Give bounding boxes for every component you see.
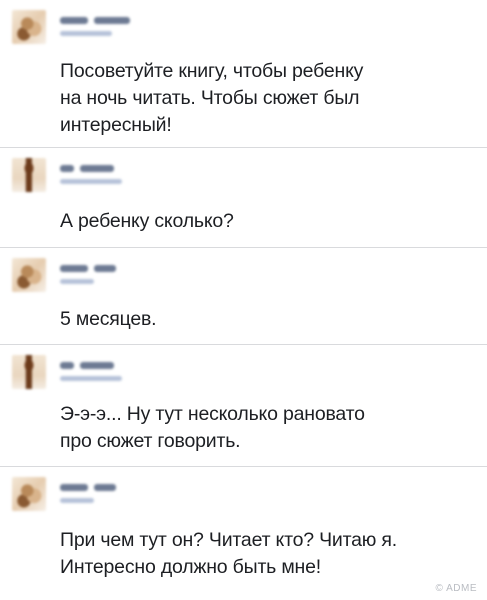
comment-text: А ребенку сколько? bbox=[60, 210, 234, 232]
author-name-blurred[interactable] bbox=[60, 362, 120, 369]
comment-post: А ребенку сколько? bbox=[0, 148, 487, 248]
comment-thread: Посоветуйте книгу, чтобы ребенку на ночь… bbox=[0, 0, 487, 600]
user-avatar[interactable] bbox=[12, 477, 46, 511]
user-avatar[interactable] bbox=[12, 258, 46, 292]
timestamp-blurred bbox=[60, 31, 112, 36]
timestamp-blurred bbox=[60, 179, 122, 184]
comment-text: Посоветуйте книгу, чтобы ребенку на ночь… bbox=[60, 60, 364, 136]
user-avatar[interactable] bbox=[12, 158, 46, 192]
comment-text: При чем тут он? Читает кто? Читаю я. Инт… bbox=[60, 529, 397, 578]
timestamp-blurred bbox=[60, 376, 122, 381]
comment-post: 5 месяцев. bbox=[0, 248, 487, 345]
author-name-blurred[interactable] bbox=[60, 17, 136, 24]
timestamp-blurred bbox=[60, 498, 94, 503]
author-name-blurred[interactable] bbox=[60, 165, 120, 172]
comment-post: Э-э-э... Ну тут несколько рановато про с… bbox=[0, 345, 487, 467]
user-avatar[interactable] bbox=[12, 355, 46, 389]
author-name-blurred[interactable] bbox=[60, 265, 122, 272]
comment-text: Э-э-э... Ну тут несколько рановато про с… bbox=[60, 403, 365, 452]
author-name-blurred[interactable] bbox=[60, 484, 122, 491]
user-avatar[interactable] bbox=[12, 10, 46, 44]
timestamp-blurred bbox=[60, 279, 94, 284]
comment-text: 5 месяцев. bbox=[60, 308, 157, 330]
watermark: © ADME bbox=[435, 583, 477, 594]
comment-post: Посоветуйте книгу, чтобы ребенку на ночь… bbox=[0, 0, 487, 148]
comment-post: При чем тут он? Читает кто? Читаю я. Инт… bbox=[0, 467, 487, 600]
